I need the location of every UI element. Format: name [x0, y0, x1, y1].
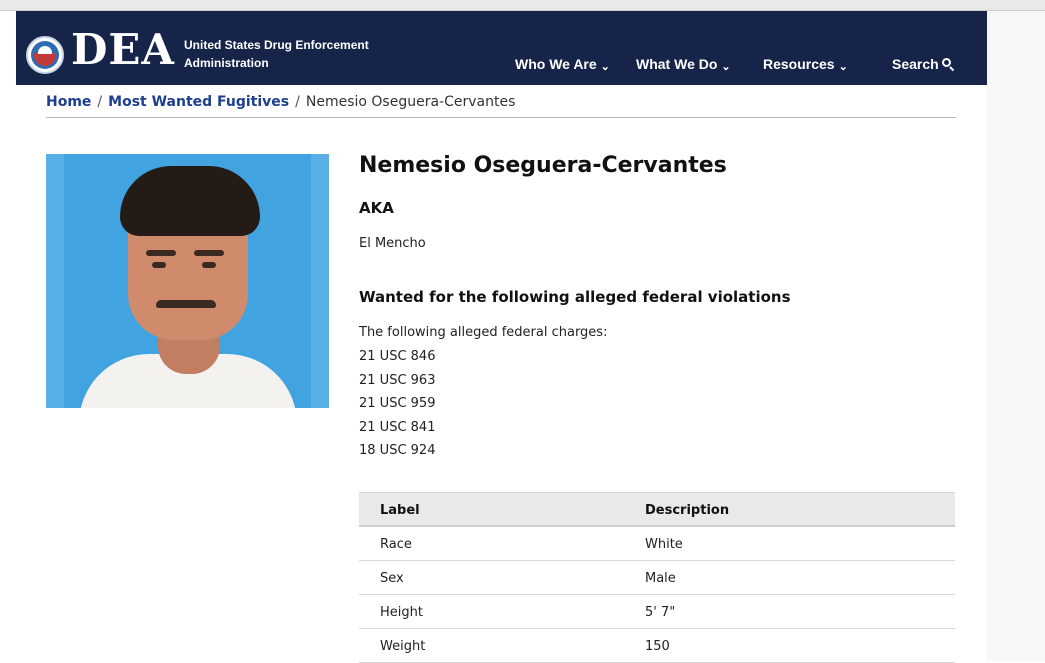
violations-heading: Wanted for the following alleged federal…	[359, 288, 791, 306]
table-row: Race White	[359, 527, 955, 561]
agency-name: United States Drug Enforcement Administr…	[184, 36, 384, 72]
charges-intro: The following alleged federal charges:	[359, 325, 608, 340]
chevron-down-icon: ⌄	[838, 61, 848, 73]
fugitive-name: Nemesio Oseguera-Cervantes	[359, 153, 727, 178]
breadcrumb-current: Nemesio Oseguera-Cervantes	[305, 94, 516, 110]
agency-name-line-1: United States Drug Enforcement	[184, 38, 369, 52]
row-description: White	[645, 537, 683, 552]
charge-item: 18 USC 924	[359, 443, 436, 458]
breadcrumb-most-wanted-link[interactable]: Most Wanted Fugitives	[108, 94, 289, 110]
charge-item: 21 USC 959	[359, 396, 436, 411]
breadcrumb-divider	[46, 117, 956, 118]
nav-what-we-do-label: What We Do	[636, 56, 718, 72]
column-header-description: Description	[645, 503, 730, 518]
row-label: Race	[380, 537, 412, 552]
row-label: Weight	[380, 639, 426, 654]
table-row: Sex Male	[359, 561, 955, 595]
nav-who-we-are[interactable]: Who We Are ⌄	[515, 56, 610, 73]
breadcrumb-home-link[interactable]: Home	[46, 94, 91, 110]
breadcrumb-separator: /	[295, 94, 300, 110]
breadcrumb-separator: /	[97, 94, 103, 110]
row-description: 150	[645, 639, 670, 654]
chevron-down-icon: ⌄	[600, 61, 610, 73]
search-label: Search	[892, 56, 939, 72]
nav-resources[interactable]: Resources ⌄	[763, 56, 848, 73]
fugitive-photo	[46, 154, 329, 408]
details-table: Label Description Race White Sex Male He…	[359, 492, 955, 663]
dea-logo-text[interactable]: DEA	[71, 25, 175, 74]
table-row: Weight 150	[359, 629, 955, 663]
page-right-margin	[987, 11, 1045, 661]
search-button[interactable]: Search	[892, 56, 954, 72]
row-label: Sex	[380, 571, 404, 586]
browser-top-strip	[0, 0, 1045, 11]
row-label: Height	[380, 605, 423, 620]
row-description: Male	[645, 571, 676, 586]
search-icon	[941, 58, 954, 72]
column-header-label: Label	[380, 503, 420, 518]
breadcrumb: Home / Most Wanted Fugitives / Nemesio Osegu…	[46, 94, 515, 110]
site-header: DEA United States Drug Enforcement Admin…	[16, 11, 987, 85]
charge-item: 21 USC 846	[359, 349, 436, 364]
chevron-down-icon: ⌄	[721, 61, 731, 73]
table-header: Label Description	[359, 492, 955, 527]
charges-list: 21 USC 846 21 USC 963 21 USC 959 21 USC …	[359, 348, 435, 466]
nav-who-we-are-label: Who We Are	[515, 56, 597, 72]
aka-label: AKA	[359, 199, 394, 217]
agency-name-line-2: Administration	[184, 56, 269, 70]
aka-value: El Mencho	[359, 236, 426, 251]
charge-item: 21 USC 841	[359, 419, 436, 435]
row-description: 5' 7"	[645, 605, 676, 620]
nav-what-we-do[interactable]: What We Do ⌄	[636, 56, 731, 73]
charge-item: 21 USC 963	[359, 372, 436, 388]
table-row: Height 5' 7"	[359, 595, 955, 629]
dea-seal-icon[interactable]	[26, 36, 64, 74]
nav-resources-label: Resources	[763, 56, 835, 72]
